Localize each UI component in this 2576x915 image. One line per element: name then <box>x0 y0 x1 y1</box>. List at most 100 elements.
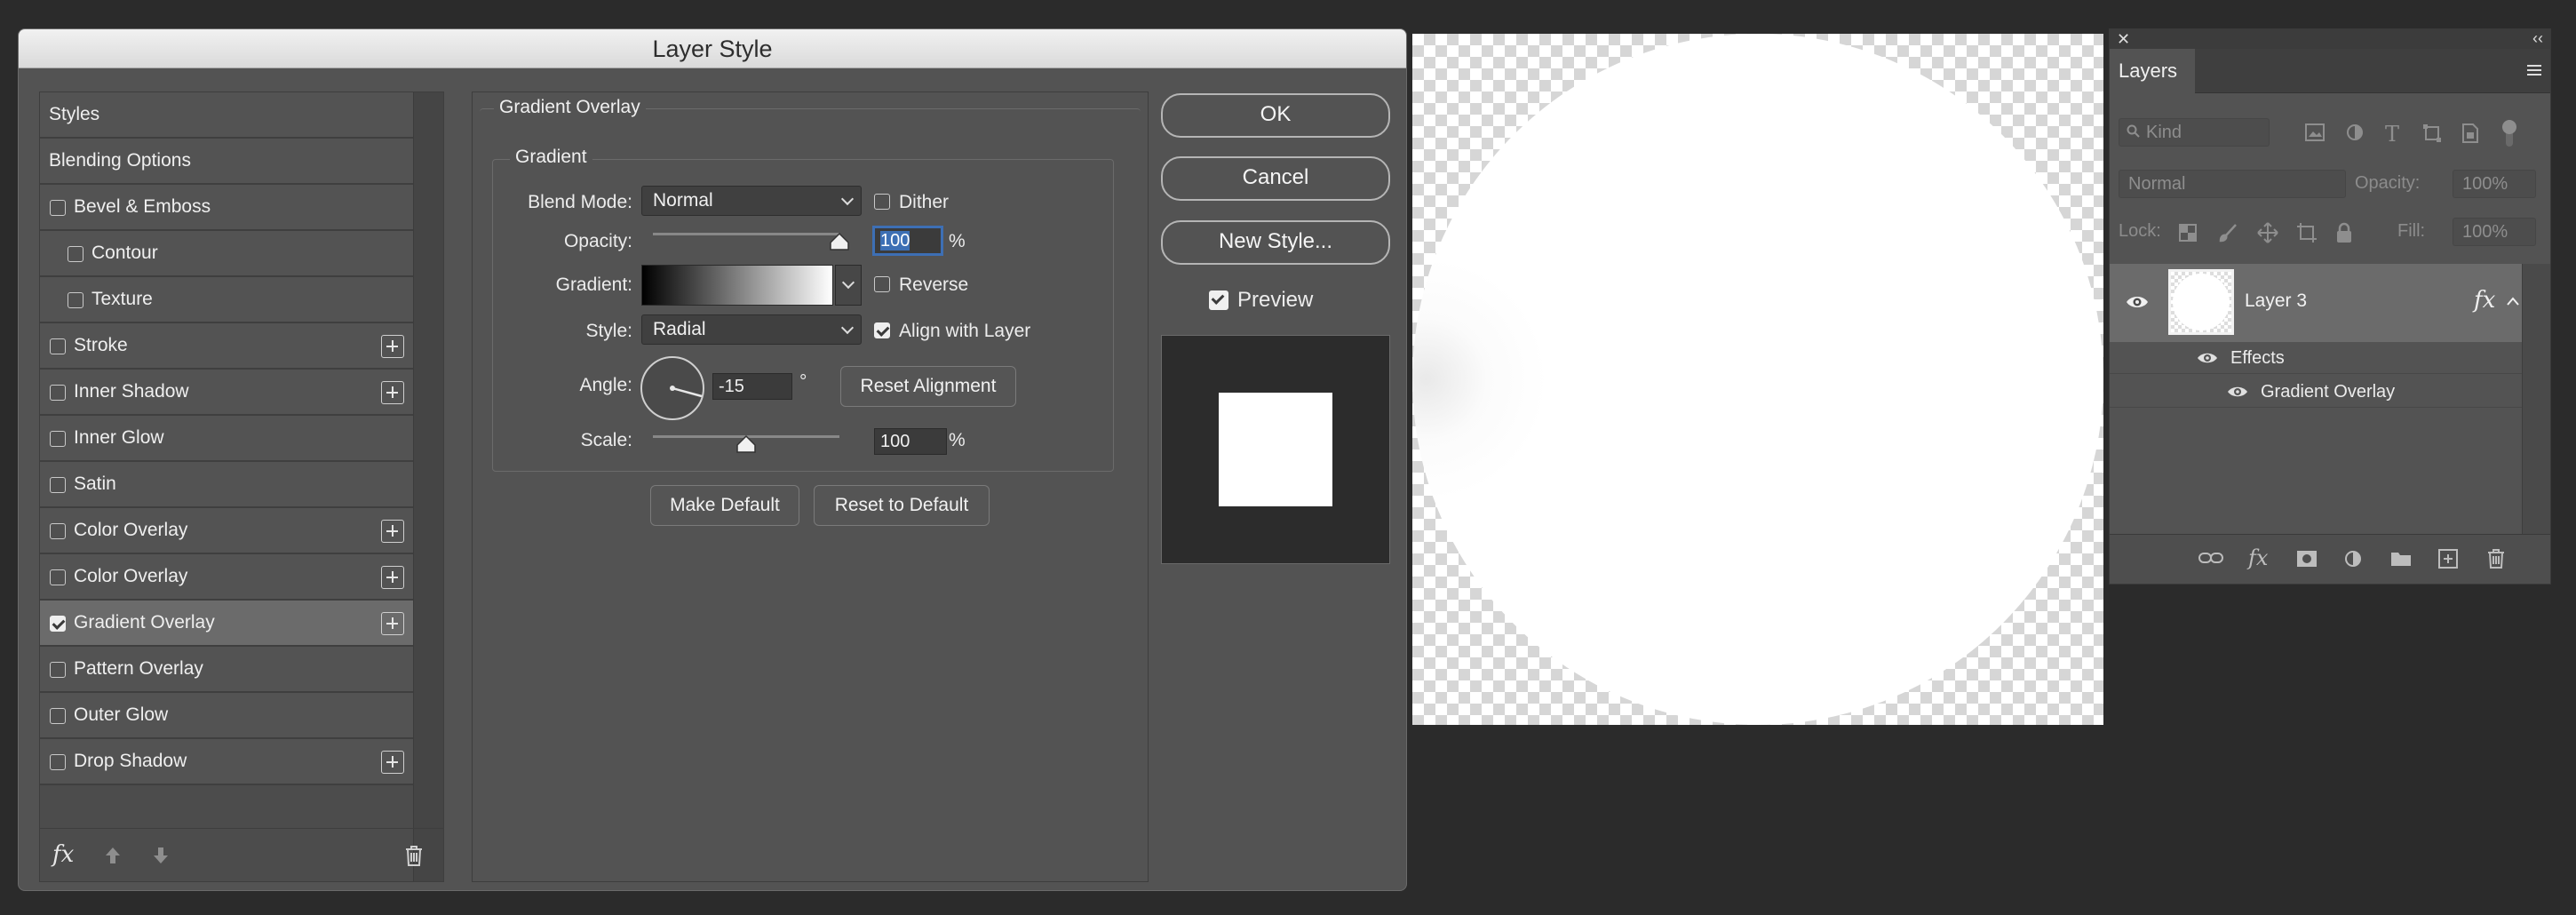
collapse-panel-icon[interactable]: ‹‹ <box>2532 29 2543 47</box>
filter-adjustment-icon[interactable] <box>2346 123 2364 141</box>
filter-pixel-icon[interactable] <box>2305 123 2325 141</box>
style-item-inner-shadow[interactable]: Inner Shadow <box>40 370 413 416</box>
gradient-dropdown-button[interactable] <box>835 265 862 306</box>
add-layer-style-icon[interactable]: fx <box>2248 545 2268 570</box>
move-down-icon[interactable] <box>150 845 171 866</box>
reverse-checkbox[interactable] <box>874 276 890 292</box>
filter-type-icon[interactable]: T <box>2385 122 2399 147</box>
close-panel-icon[interactable]: ✕ <box>2117 30 2130 48</box>
add-style-instance-icon[interactable] <box>381 520 404 543</box>
filter-kind-select[interactable]: Kind <box>2119 118 2270 147</box>
style-item-checkbox[interactable] <box>68 246 83 262</box>
style-item-blending-options[interactable]: Blending Options <box>40 139 413 185</box>
lock-artboard-icon[interactable] <box>2296 222 2318 243</box>
new-group-icon[interactable] <box>2390 551 2412 567</box>
style-item-contour[interactable]: Contour <box>40 231 413 277</box>
add-mask-icon[interactable] <box>2296 550 2318 568</box>
add-style-instance-icon[interactable] <box>381 751 404 774</box>
ok-button[interactable]: OK <box>1161 93 1390 138</box>
style-item-checkbox[interactable] <box>50 616 66 632</box>
style-item-checkbox[interactable] <box>50 523 66 539</box>
style-item-texture[interactable]: Texture <box>40 277 413 323</box>
filter-shape-icon[interactable] <box>2422 123 2442 143</box>
add-style-instance-icon[interactable] <box>381 612 404 635</box>
trash-icon[interactable] <box>402 843 425 868</box>
preview-checkbox[interactable] <box>1209 290 1228 310</box>
move-up-icon[interactable] <box>102 845 123 866</box>
tab-layers[interactable]: Layers <box>2110 49 2195 93</box>
layer-thumbnail[interactable] <box>2168 269 2234 335</box>
layer-visibility-eye-icon[interactable] <box>2126 294 2149 310</box>
filter-smart-object-icon[interactable] <box>2461 123 2479 143</box>
style-item-checkbox[interactable] <box>50 338 66 354</box>
add-style-instance-icon[interactable] <box>381 335 404 358</box>
effects-eye-icon[interactable] <box>2197 351 2218 365</box>
scale-slider-thumb[interactable] <box>735 435 757 453</box>
angle-input[interactable]: -15 <box>712 373 792 400</box>
style-item-checkbox[interactable] <box>50 431 66 447</box>
new-style-button[interactable]: New Style... <box>1161 220 1390 265</box>
add-style-instance-icon[interactable] <box>381 381 404 404</box>
lock-transparent-pixels-icon[interactable] <box>2179 224 2197 242</box>
style-item-checkbox[interactable] <box>50 569 66 585</box>
add-style-instance-icon[interactable] <box>381 566 404 589</box>
angle-dial[interactable] <box>640 355 705 421</box>
fill-input[interactable]: 100% <box>2453 218 2536 246</box>
style-item-checkbox[interactable] <box>50 708 66 724</box>
opacity-input[interactable]: 100 <box>874 227 942 254</box>
align-with-layer-checkbox[interactable] <box>874 322 890 338</box>
document-canvas[interactable] <box>1412 34 2103 725</box>
gradient-swatch[interactable] <box>641 265 833 306</box>
style-item-checkbox[interactable] <box>68 292 83 308</box>
style-item-outer-glow[interactable]: Outer Glow <box>40 693 413 739</box>
collapse-effects-icon[interactable] <box>2506 296 2520 306</box>
style-item-inner-glow[interactable]: Inner Glow <box>40 416 413 462</box>
style-item-styles[interactable]: Styles <box>40 92 413 139</box>
panel-menu-icon[interactable] <box>2525 63 2543 77</box>
style-item-checkbox[interactable] <box>50 477 66 493</box>
new-adjustment-layer-icon[interactable] <box>2344 550 2362 568</box>
layers-scroll-gutter[interactable] <box>2522 264 2550 536</box>
style-item-stroke[interactable]: Stroke <box>40 323 413 370</box>
layer-blend-mode-select[interactable]: Normal <box>2119 170 2346 198</box>
effects-row[interactable]: Effects <box>2110 342 2522 374</box>
layer-fx-badge[interactable]: fx <box>2474 287 2495 314</box>
layer-row[interactable]: Layer 3 fx <box>2110 264 2522 342</box>
gradient-overlay-eye-icon[interactable] <box>2227 385 2248 399</box>
cancel-button[interactable]: Cancel <box>1161 156 1390 201</box>
layer-opacity-input[interactable]: 100% <box>2453 170 2536 198</box>
scale-input[interactable]: 100 <box>874 428 947 455</box>
make-default-button[interactable]: Make Default <box>650 485 799 526</box>
reset-alignment-button[interactable]: Reset Alignment <box>840 366 1016 407</box>
filter-toggle-icon[interactable] <box>2500 118 2518 148</box>
scale-label: Scale: <box>580 430 632 450</box>
layer-name[interactable]: Layer 3 <box>2245 290 2307 312</box>
lock-position-icon[interactable] <box>2257 222 2278 243</box>
styles-list-scroll-gutter[interactable] <box>413 92 443 881</box>
style-item-color-overlay[interactable]: Color Overlay <box>40 554 413 601</box>
style-item-gradient-overlay[interactable]: Gradient Overlay <box>40 601 413 647</box>
gradient-overlay-effect-row[interactable]: Gradient Overlay <box>2110 376 2522 408</box>
style-item-satin[interactable]: Satin <box>40 462 413 508</box>
style-item-bevel-emboss[interactable]: Bevel & Emboss <box>40 185 413 231</box>
style-item-color-overlay[interactable]: Color Overlay <box>40 508 413 554</box>
dither-checkbox[interactable] <box>874 194 890 210</box>
style-item-checkbox[interactable] <box>50 754 66 770</box>
new-layer-icon[interactable] <box>2438 549 2458 569</box>
style-item-pattern-overlay[interactable]: Pattern Overlay <box>40 647 413 693</box>
style-item-checkbox[interactable] <box>50 385 66 401</box>
fx-menu-button[interactable]: fx <box>52 839 84 870</box>
link-layers-icon[interactable] <box>2198 551 2223 565</box>
lock-all-icon[interactable] <box>2335 222 2353 243</box>
reset-to-default-button[interactable]: Reset to Default <box>814 485 990 526</box>
style-item-checkbox[interactable] <box>50 200 66 216</box>
delete-layer-icon[interactable] <box>2486 548 2506 569</box>
style-select[interactable]: Radial <box>641 314 862 345</box>
opacity-slider-thumb[interactable] <box>829 233 850 251</box>
blend-mode-select[interactable]: Normal <box>641 186 862 216</box>
style-item-drop-shadow[interactable]: Drop Shadow <box>40 739 413 785</box>
style-item-checkbox[interactable] <box>50 662 66 678</box>
opacity-slider[interactable] <box>653 233 839 235</box>
panel-tabs: Layers <box>2110 49 2550 93</box>
lock-image-pixels-icon[interactable] <box>2218 223 2238 243</box>
